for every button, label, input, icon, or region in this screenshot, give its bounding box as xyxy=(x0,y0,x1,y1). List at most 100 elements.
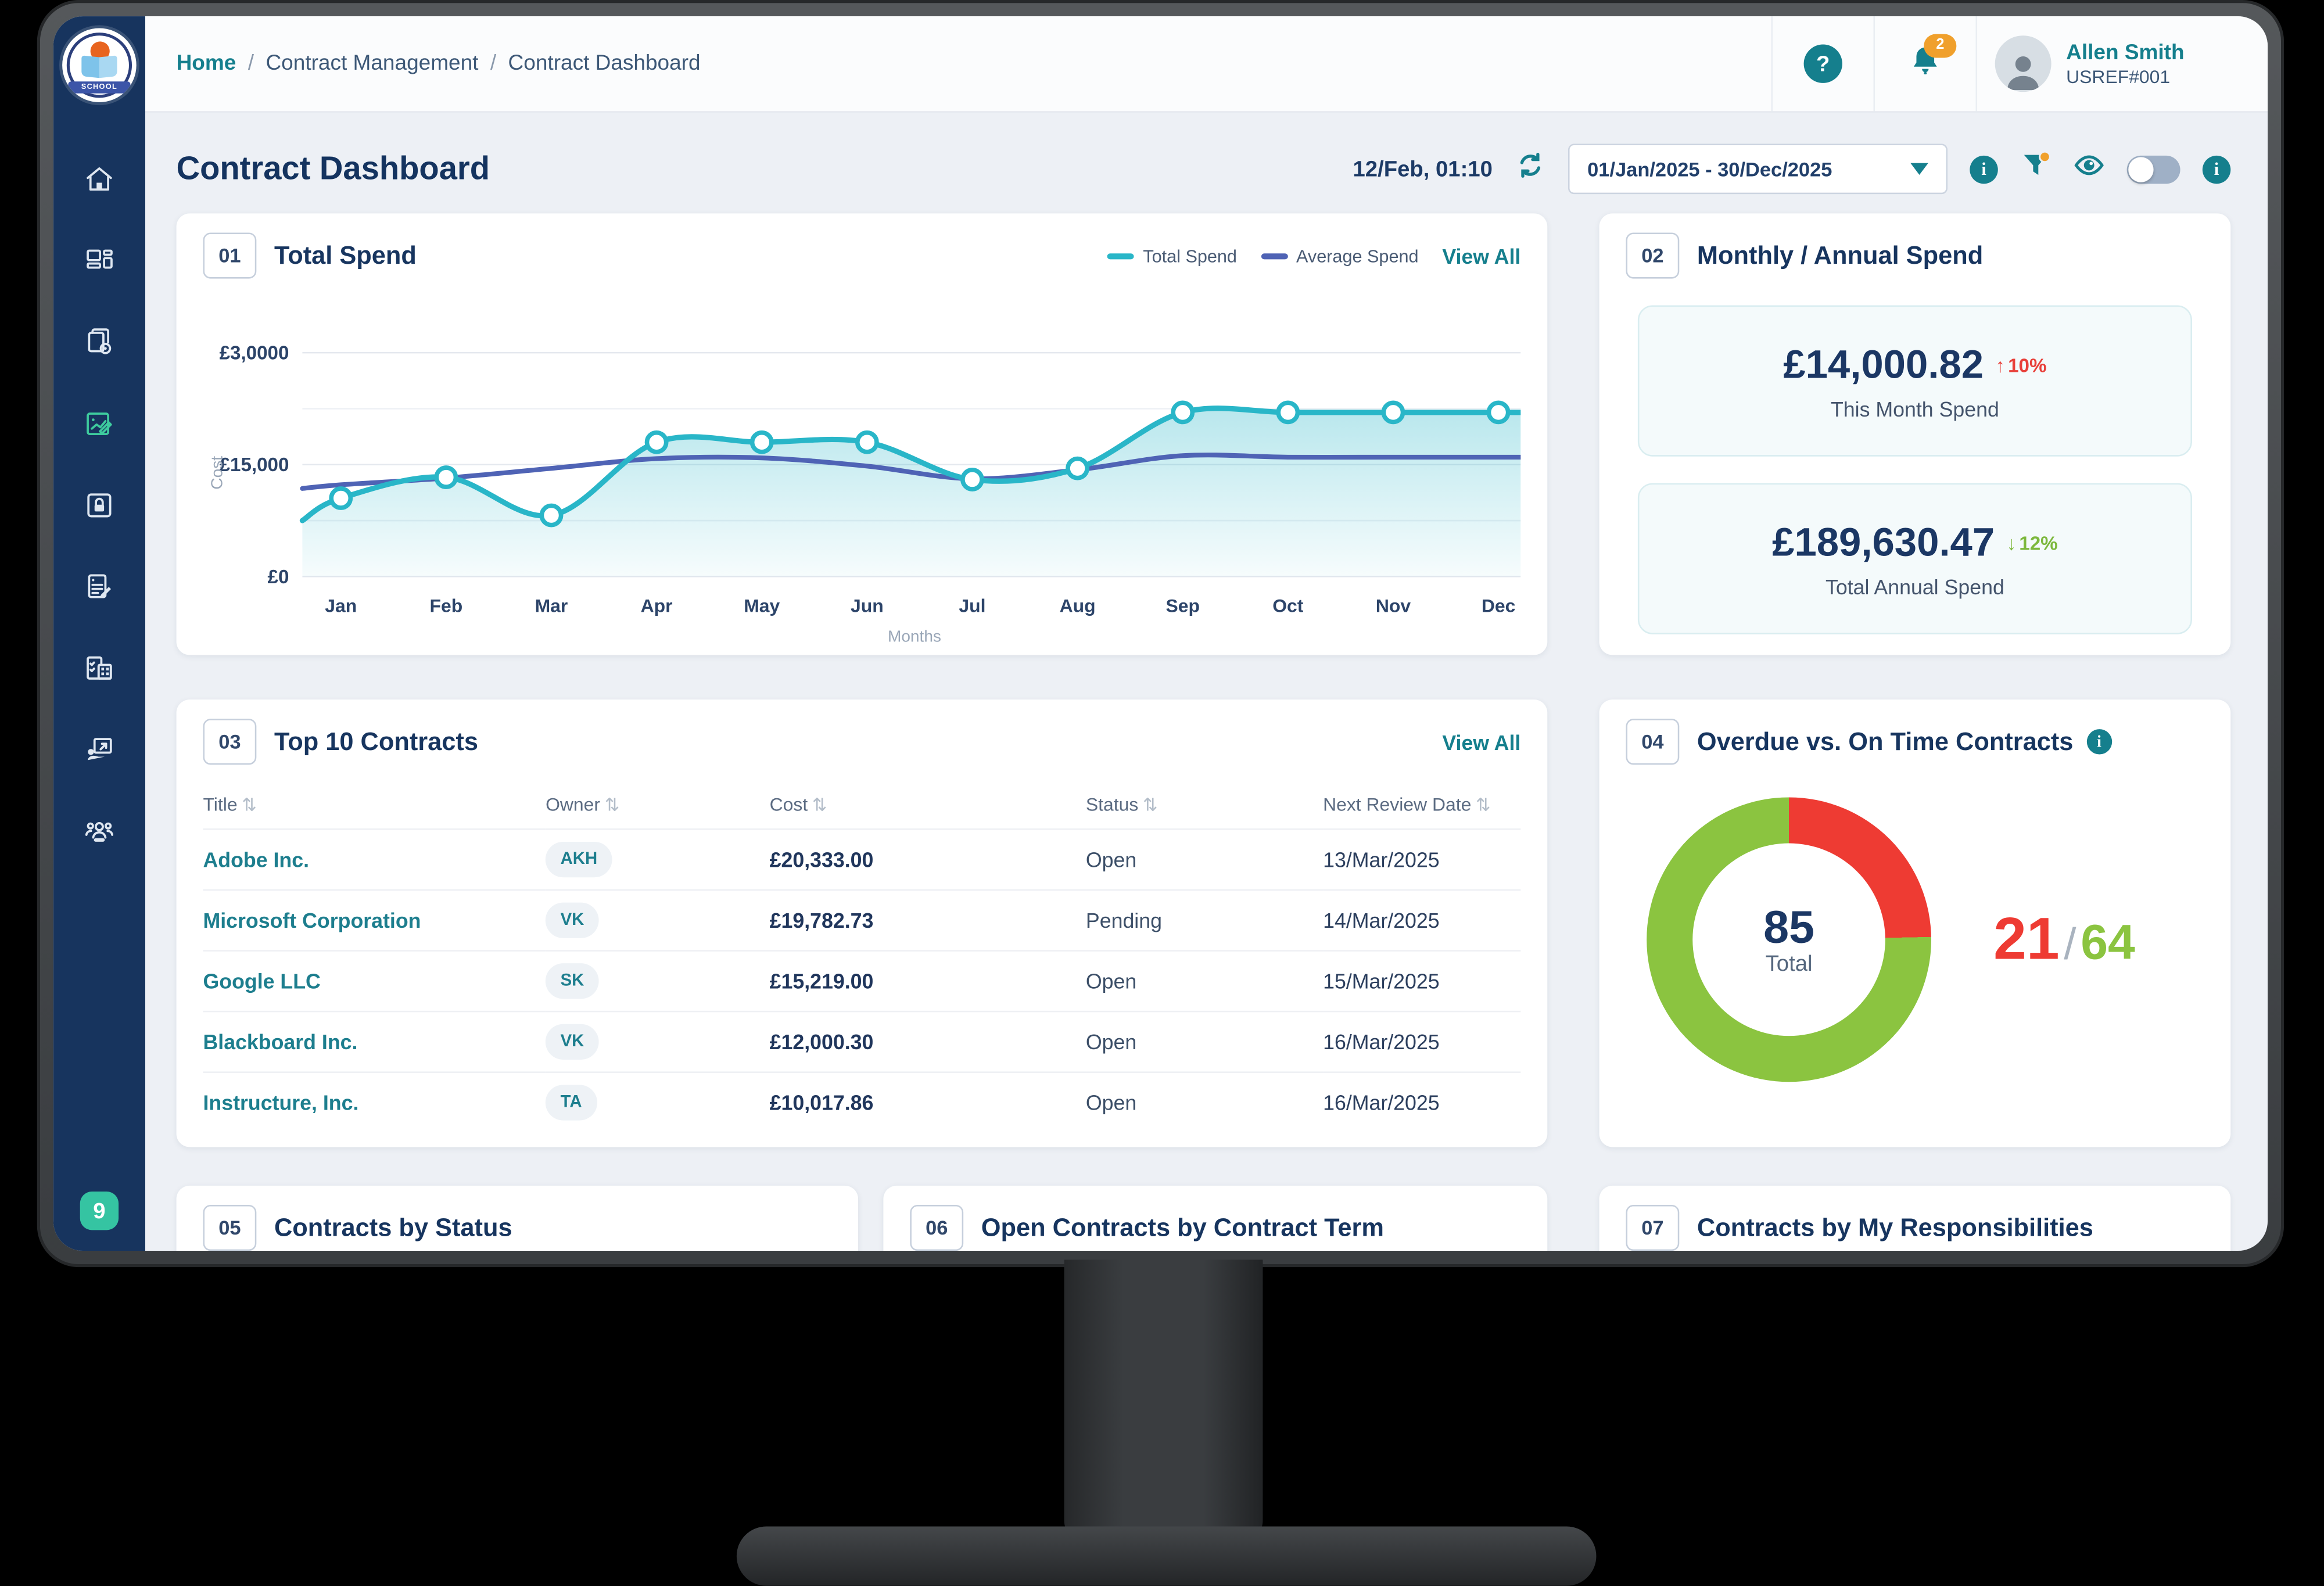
line-chart-svg: £0£15,000£3,0000JanFebMarAprMayJunJulAug… xyxy=(203,288,1520,648)
svg-text:Mar: Mar xyxy=(535,595,568,616)
date-range-select[interactable]: 01/Jan/2025 - 30/Dec/2025 xyxy=(1568,143,1948,194)
chevron-down-icon xyxy=(1910,163,1928,175)
sidebar-item-team[interactable] xyxy=(81,817,117,852)
sidebar-item-dashboard[interactable] xyxy=(81,246,117,281)
card-number-badge: 02 xyxy=(1626,233,1679,279)
svg-text:Cost: Cost xyxy=(208,456,226,490)
donut-total-value: 85 xyxy=(1763,903,1814,951)
screen: SCHOOL 9 Home / xyxy=(53,16,2268,1251)
chart-pencil-icon xyxy=(83,407,116,447)
contract-title-link[interactable]: Adobe Inc. xyxy=(203,829,546,890)
toggle-info-icon[interactable]: i xyxy=(2203,155,2230,183)
total-annual-spend-box: £189,630.47 ↓12% Total Annual Spend xyxy=(1638,483,2192,634)
card-info-icon[interactable]: i xyxy=(2086,729,2111,754)
last-refresh-timestamp: 12/Feb, 01:10 xyxy=(1353,156,1493,181)
svg-text:Dec: Dec xyxy=(1482,595,1515,616)
dashboard-toggle[interactable] xyxy=(2127,155,2180,183)
svg-text:Apr: Apr xyxy=(641,595,673,616)
contract-title-link[interactable]: Instructure, Inc. xyxy=(203,1072,546,1132)
sidebar-item-handover[interactable] xyxy=(81,735,117,770)
breadcrumb-separator: / xyxy=(248,52,254,76)
column-header-owner[interactable]: Owner⇅ xyxy=(546,780,770,829)
sidebar: SCHOOL 9 xyxy=(53,16,145,1251)
sidebar-item-contract-editor[interactable] xyxy=(81,572,117,608)
contract-next-review-date: 16/Mar/2025 xyxy=(1323,1072,1520,1132)
table-row[interactable]: Blackboard Inc. VK £12,000.30 Open 16/Ma… xyxy=(203,1011,1520,1072)
sidebar-bottom-badge[interactable]: 9 xyxy=(80,1192,119,1230)
view-all-link[interactable]: View All xyxy=(1442,730,1520,753)
filter-button[interactable] xyxy=(2020,150,2052,188)
column-header-title[interactable]: Title⇅ xyxy=(203,780,546,829)
user-menu[interactable]: Allen Smith USREF#001 xyxy=(1976,16,2268,111)
page-title: Contract Dashboard xyxy=(177,150,1353,188)
this-month-spend-value: £14,000.82 xyxy=(1783,342,1984,387)
legend-item-average-spend[interactable]: Average Spend xyxy=(1261,245,1419,266)
date-info-icon[interactable]: i xyxy=(1970,155,1997,183)
svg-text:Aug: Aug xyxy=(1060,595,1096,616)
breadcrumb-contract-dashboard: Contract Dashboard xyxy=(508,52,701,76)
table-row[interactable]: Google LLC SK £15,219.00 Open 15/Mar/202… xyxy=(203,950,1520,1011)
card-number-badge: 06 xyxy=(910,1205,963,1251)
owner-initials-badge: TA xyxy=(546,1085,597,1120)
logo-banner: SCHOOL xyxy=(68,81,130,93)
card-title: Open Contracts by Contract Term xyxy=(981,1213,1384,1243)
contract-title-link[interactable]: Blackboard Inc. xyxy=(203,1011,546,1072)
card-contracts-by-responsibilities: 07 Contracts by My Responsibilities xyxy=(1599,1186,2231,1251)
view-all-link[interactable]: View All xyxy=(1442,244,1520,268)
card-total-spend: 01 Total Spend Total Spend Average Spend… xyxy=(177,213,1548,655)
card-top-contracts: 03 Top 10 Contracts View All Title⇅ Owne… xyxy=(177,699,1548,1147)
bell-icon xyxy=(1907,59,1943,84)
card-contracts-by-status: 05 Contracts by Status xyxy=(177,1186,858,1251)
main-content: Contract Dashboard 12/Feb, 01:10 01/Jan/… xyxy=(145,137,2268,1251)
help-icon[interactable]: ? xyxy=(1804,45,1842,83)
checklist-building-icon xyxy=(83,651,116,691)
svg-text:£15,000: £15,000 xyxy=(220,454,289,476)
notifications-button[interactable]: 2 xyxy=(1907,42,1943,85)
user-ref: USREF#001 xyxy=(2066,66,2184,87)
svg-text:Jan: Jan xyxy=(325,595,357,616)
card-number-badge: 07 xyxy=(1626,1205,1679,1251)
column-header-status[interactable]: Status⇅ xyxy=(1086,780,1323,829)
breadcrumb-contract-management[interactable]: Contract Management xyxy=(266,52,478,76)
monitor-stand-base xyxy=(737,1527,1597,1586)
owner-initials-badge: SK xyxy=(546,963,599,999)
sidebar-item-home[interactable] xyxy=(81,164,117,200)
chart-legend: Total Spend Average Spend View All xyxy=(1107,244,1520,268)
legend-item-total-spend[interactable]: Total Spend xyxy=(1107,245,1237,266)
sidebar-item-contract-settings[interactable] xyxy=(81,328,117,363)
column-header-next-review-date[interactable]: Next Review Date⇅ xyxy=(1323,780,1520,829)
sidebar-item-vendor-checklist[interactable] xyxy=(81,654,117,689)
table-row[interactable]: Instructure, Inc. TA £10,017.86 Open 16/… xyxy=(203,1072,1520,1132)
table-row[interactable]: Adobe Inc. AKH £20,333.00 Open 13/Mar/20… xyxy=(203,829,1520,890)
contract-title-link[interactable]: Google LLC xyxy=(203,950,546,1011)
this-month-delta: ↑10% xyxy=(1995,353,2046,375)
card-overdue-ontime: 04 Overdue vs. On Time Contracts i 85 To… xyxy=(1599,699,2231,1147)
sort-icon: ⇅ xyxy=(605,794,620,815)
visibility-button[interactable] xyxy=(2074,150,2105,188)
card-title: Contracts by Status xyxy=(274,1213,512,1243)
column-header-cost[interactable]: Cost⇅ xyxy=(770,780,1086,829)
table-row[interactable]: Microsoft Corporation VK £19,782.73 Pend… xyxy=(203,890,1520,951)
avatar xyxy=(1995,35,2052,92)
svg-text:Sep: Sep xyxy=(1165,595,1199,616)
sidebar-item-secure-contracts[interactable] xyxy=(81,490,117,526)
breadcrumb-home[interactable]: Home xyxy=(177,52,236,76)
svg-text:£0: £0 xyxy=(268,566,289,588)
document-gear-icon xyxy=(83,325,116,365)
contract-cost: £15,219.00 xyxy=(770,950,1086,1011)
total-annual-spend-label: Total Annual Spend xyxy=(1826,575,2004,598)
dashboard-icon xyxy=(83,244,116,284)
users-icon xyxy=(83,814,116,855)
home-icon xyxy=(83,162,116,202)
contract-title-link[interactable]: Microsoft Corporation xyxy=(203,890,546,951)
svg-text:£3,0000: £3,0000 xyxy=(220,343,289,364)
refresh-button[interactable] xyxy=(1515,150,1546,188)
sidebar-item-contract-dashboard[interactable] xyxy=(81,409,117,444)
contract-status: Open xyxy=(1086,829,1323,890)
overdue-ontime-ratio: 21 / 64 xyxy=(1993,906,2135,973)
monitor-bezel: SCHOOL 9 Home / xyxy=(37,0,2284,1267)
card-number-badge: 05 xyxy=(203,1205,256,1251)
ratio-slash: / xyxy=(2064,920,2076,970)
card-title: Monthly / Annual Spend xyxy=(1697,241,1983,271)
ontime-count: 64 xyxy=(2081,914,2135,970)
